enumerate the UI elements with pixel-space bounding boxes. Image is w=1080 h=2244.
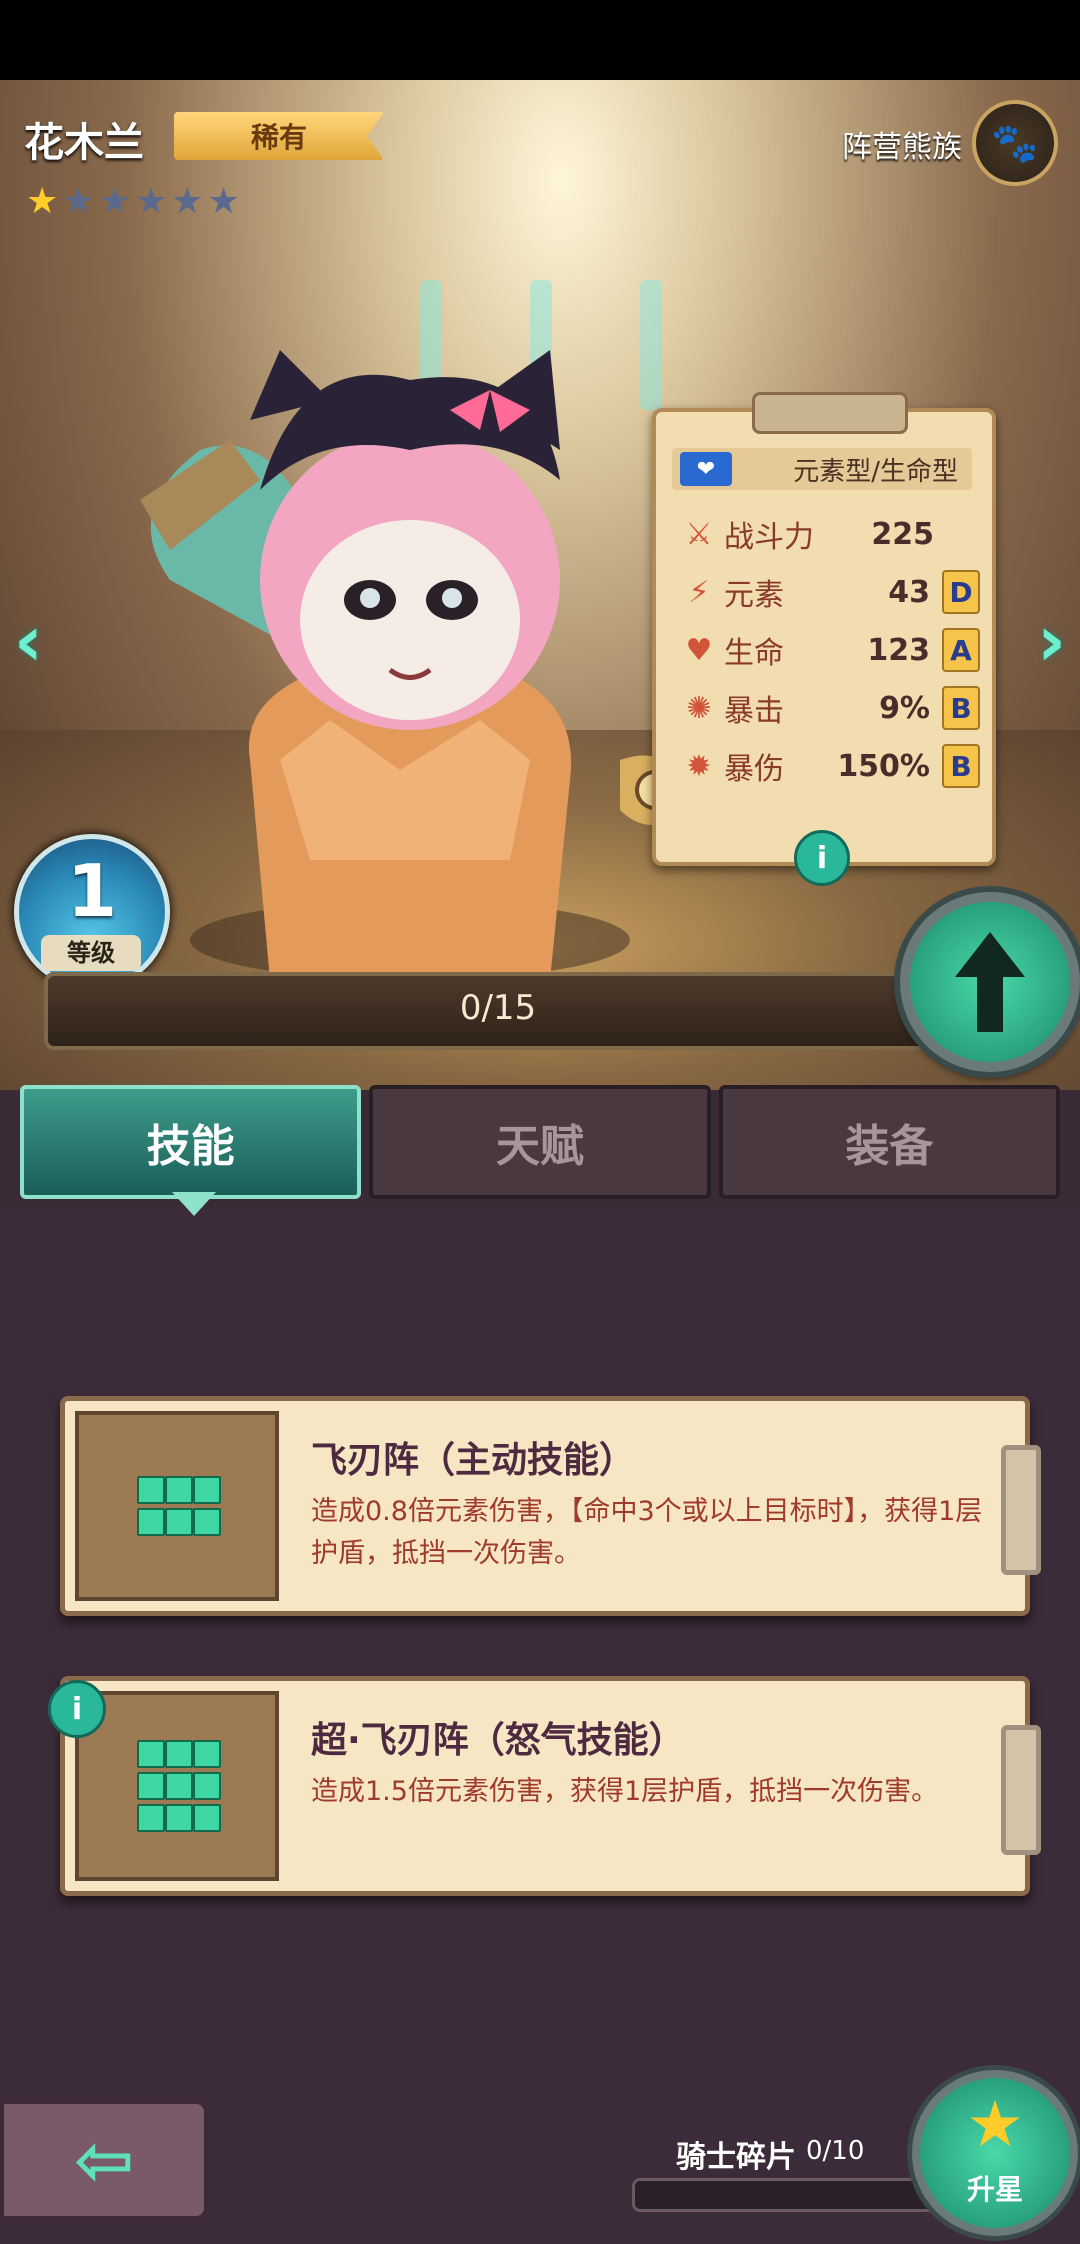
stat-value: 225 (871, 516, 934, 552)
stat-label: 元素 (724, 578, 784, 613)
skill-pattern (137, 1740, 221, 1832)
stat-card: ❤ 元素型/生命型 ⚔ 战斗力 225 ⚡ 元素 43 D ♥ 生命 123 A ✺ 暴击 9% B ✹ 暴伤 1… (652, 392, 996, 886)
stat-label: 暴伤 (724, 752, 784, 787)
skill-description: 造成1.5倍元素伤害，获得1层护盾，抵挡一次伤害。 (311, 1776, 939, 1807)
skill-description: 造成0.8倍元素伤害，【命中3个或以上目标时】，获得1层护盾，抵挡一次伤害。 (311, 1496, 983, 1569)
star-filled-icon: ★ (26, 181, 59, 222)
skill-title: 飞刃阵（主动技能） (311, 1440, 636, 1481)
hero-name: 花木兰 (24, 120, 144, 166)
pattern-cell (165, 1804, 193, 1832)
sword-icon: ⚔ (685, 516, 713, 552)
stat-value: 43 (888, 574, 930, 610)
shard-count: 0/10 (806, 2136, 865, 2166)
stat-label: 生命 (724, 636, 784, 671)
stat-value: 123 (867, 632, 930, 668)
back-button[interactable]: ⇦ (0, 2100, 208, 2220)
star-empty-icon: ★ (171, 181, 204, 222)
rarity-badge: 稀有 (174, 112, 384, 160)
stat-label: 暴击 (724, 694, 784, 729)
clipboard-clip (752, 392, 908, 434)
star-up-button[interactable]: ★ 升星 (912, 2070, 1078, 2236)
stat-row: ✹ 暴伤 150% B (680, 740, 980, 792)
pattern-cell (137, 1508, 165, 1536)
stat-value: 9% (879, 690, 930, 726)
pattern-cell (193, 1804, 221, 1832)
pattern-cell (137, 1804, 165, 1832)
pattern-cell (165, 1740, 193, 1768)
star-empty-icon: ★ (207, 181, 240, 222)
lightning-icon: ⚡ (688, 574, 710, 610)
xp-text: 0/15 (459, 988, 537, 1028)
star-up-label: 升星 (966, 2173, 1023, 2206)
faction-label: 阵营熊族 (842, 130, 962, 165)
shard-label: 骑士碎片 (676, 2140, 796, 2175)
star-rating: ★ ★ ★ ★ ★ ★ (26, 183, 240, 221)
pattern-cell (137, 1772, 165, 1800)
skill-info-button[interactable]: i (48, 1680, 106, 1738)
status-bar (0, 0, 1080, 80)
paw-icon[interactable]: 🐾 (972, 100, 1058, 186)
stat-row: ⚔ 战斗力 225 (680, 508, 980, 560)
stat-value: 150% (837, 748, 930, 784)
stat-grade-badge: D (942, 570, 980, 614)
pattern-cell (165, 1476, 193, 1504)
stat-grade-badge: B (942, 686, 980, 730)
hero-portrait (140, 350, 690, 980)
skill-title: 超·飞刃阵（怒气技能） (311, 1720, 685, 1761)
stat-row: ⚡ 元素 43 D (680, 566, 980, 618)
stat-grade-badge: B (942, 744, 980, 788)
skill-card[interactable]: 超·飞刃阵（怒气技能） 造成1.5倍元素伤害，获得1层护盾，抵挡一次伤害。 (60, 1676, 1041, 1896)
tab-bar: 技能 天赋 装备 (20, 1085, 1060, 1199)
pattern-cell (137, 1740, 165, 1768)
pattern-cell (193, 1508, 221, 1536)
star-empty-icon: ★ (98, 181, 131, 222)
next-hero-arrow-icon[interactable]: › (1037, 600, 1066, 682)
star-empty-icon: ★ (62, 181, 95, 222)
crit-damage-icon: ✹ (686, 748, 712, 784)
star-empty-icon: ★ (134, 181, 168, 222)
skill-pattern (137, 1476, 221, 1536)
level-up-button[interactable] (900, 892, 1080, 1072)
pattern-cell (165, 1772, 193, 1800)
prev-hero-arrow-icon[interactable]: ‹ (14, 600, 43, 682)
star-icon: ★ (966, 2088, 1024, 2162)
skill-pattern-grid (75, 1411, 279, 1601)
tab-pointer (172, 1192, 216, 1216)
tab-equipment[interactable]: 装备 (718, 1085, 1060, 1199)
xp-bar: 0/15 (44, 972, 952, 1050)
card-clip (1001, 1725, 1041, 1855)
skill-pattern-grid (75, 1691, 279, 1881)
hero-type: 元素型/生命型 (793, 456, 958, 487)
stat-row: ✺ 暴击 9% B (680, 682, 980, 734)
level-label: 等级 (41, 935, 141, 971)
pattern-cell (193, 1772, 221, 1800)
skill-card[interactable]: 飞刃阵（主动技能） 造成0.8倍元素伤害，【命中3个或以上目标时】，获得1层护盾… (60, 1396, 1041, 1616)
level-value: 1 (66, 849, 118, 933)
type-icon: ❤ (680, 452, 732, 486)
stat-info-button[interactable]: i (794, 830, 850, 886)
pattern-cell (193, 1476, 221, 1504)
crit-icon: ✺ (686, 690, 712, 726)
pattern-cell (193, 1740, 221, 1768)
up-arrow-icon (955, 932, 1025, 1032)
stat-label: 战斗力 (724, 520, 814, 555)
card-clip (1001, 1445, 1041, 1575)
level-orb: 1 等级 (14, 834, 170, 990)
tab-talents[interactable]: 天赋 (369, 1085, 711, 1199)
back-arrow-icon: ⇦ (73, 2118, 135, 2202)
heart-icon: ♥ (685, 632, 713, 668)
stat-grade-badge: A (942, 628, 980, 672)
pattern-cell (165, 1508, 193, 1536)
hero-type-row: ❤ 元素型/生命型 (672, 448, 972, 490)
pattern-cell (137, 1476, 165, 1504)
stat-row: ♥ 生命 123 A (680, 624, 980, 676)
tab-skills[interactable]: 技能 (20, 1085, 362, 1199)
